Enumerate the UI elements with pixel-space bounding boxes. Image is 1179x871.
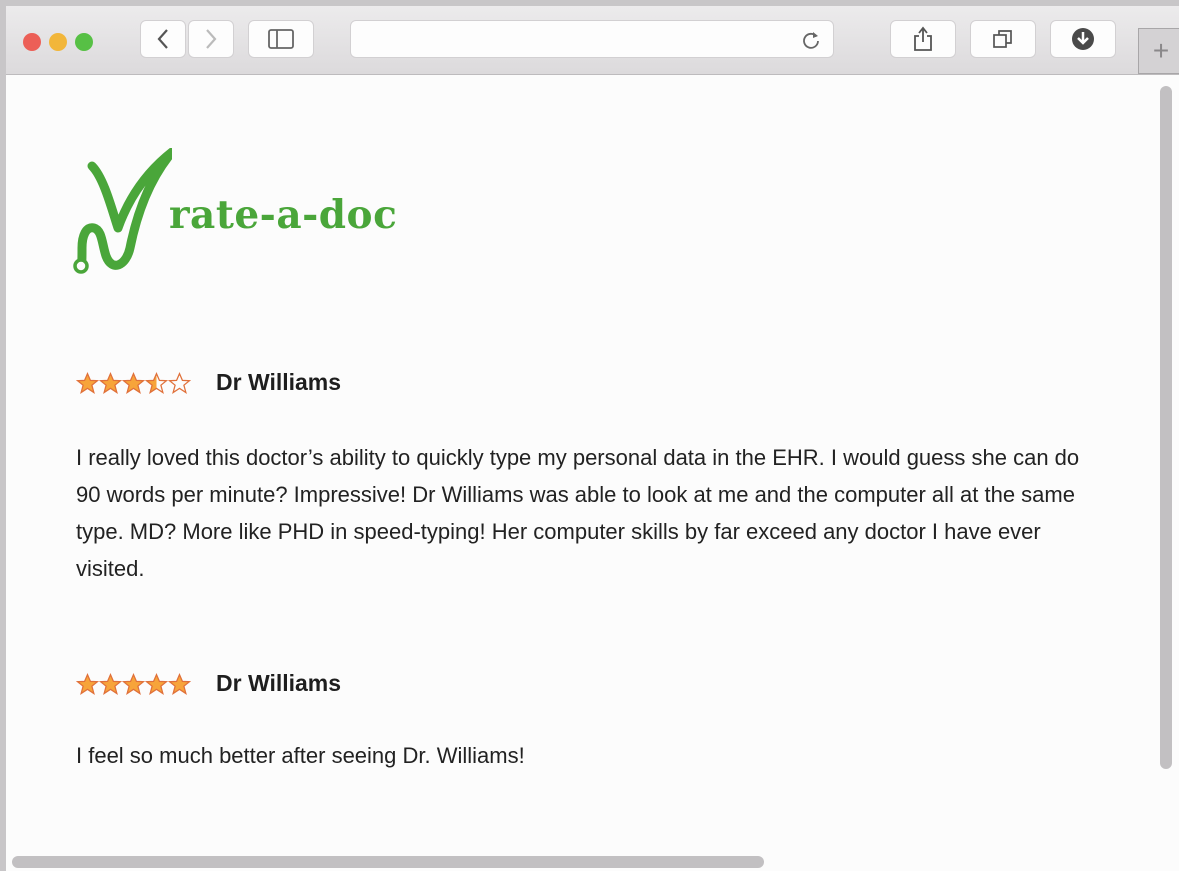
star-full-icon: [99, 672, 122, 695]
new-tab-icon: +: [1152, 35, 1170, 66]
review-text: I feel so much better after seeing Dr. W…: [76, 743, 525, 768]
star-rating: [76, 371, 191, 394]
star-full-icon: [76, 672, 99, 695]
star-full-icon: [145, 672, 168, 695]
forward-icon: [206, 29, 217, 49]
sidebar-button[interactable]: [248, 20, 314, 58]
page-content: rate-a-doc Dr Williams I really loved th…: [6, 75, 1179, 871]
star-full-icon: [122, 672, 145, 695]
address-bar[interactable]: [350, 20, 834, 58]
close-window-button[interactable]: [23, 33, 41, 51]
star-half-icon: [145, 371, 168, 394]
review-header: Dr Williams: [76, 670, 341, 697]
site-logo-text: rate-a-doc: [169, 192, 398, 238]
horizontal-scrollbar[interactable]: [12, 856, 764, 868]
minimize-window-button[interactable]: [49, 33, 67, 51]
star-rating: [76, 672, 191, 695]
star-full-icon: [99, 371, 122, 394]
new-tab-button[interactable]: +: [1138, 28, 1179, 74]
zoom-window-button[interactable]: [75, 33, 93, 51]
star-full-icon: [76, 371, 99, 394]
tabs-overview-icon: [993, 30, 1012, 48]
review-header: Dr Williams: [76, 369, 341, 396]
share-button[interactable]: [890, 20, 956, 58]
downloads-button[interactable]: [1050, 20, 1116, 58]
star-full-icon: [122, 371, 145, 394]
star-full-icon: [168, 672, 191, 695]
star-empty-icon: [168, 371, 191, 394]
browser-toolbar: [6, 6, 1179, 75]
tabs-overview-button[interactable]: [970, 20, 1036, 58]
review-text: I really loved this doctor’s ability to …: [76, 445, 1080, 581]
browser-window: + rate-a-doc Dr Williams I really loved …: [6, 6, 1179, 871]
rate-a-doc-logo-icon: [73, 148, 172, 274]
share-icon: [914, 26, 932, 51]
sidebar-icon: [268, 29, 294, 49]
vertical-scrollbar[interactable]: [1160, 86, 1172, 769]
forward-button[interactable]: [188, 20, 234, 58]
back-icon: [157, 29, 168, 49]
doctor-name[interactable]: Dr Williams: [216, 670, 341, 697]
doctor-name[interactable]: Dr Williams: [216, 369, 341, 396]
reload-icon[interactable]: [801, 30, 821, 50]
downloads-icon: [1072, 28, 1094, 50]
back-button[interactable]: [140, 20, 186, 58]
